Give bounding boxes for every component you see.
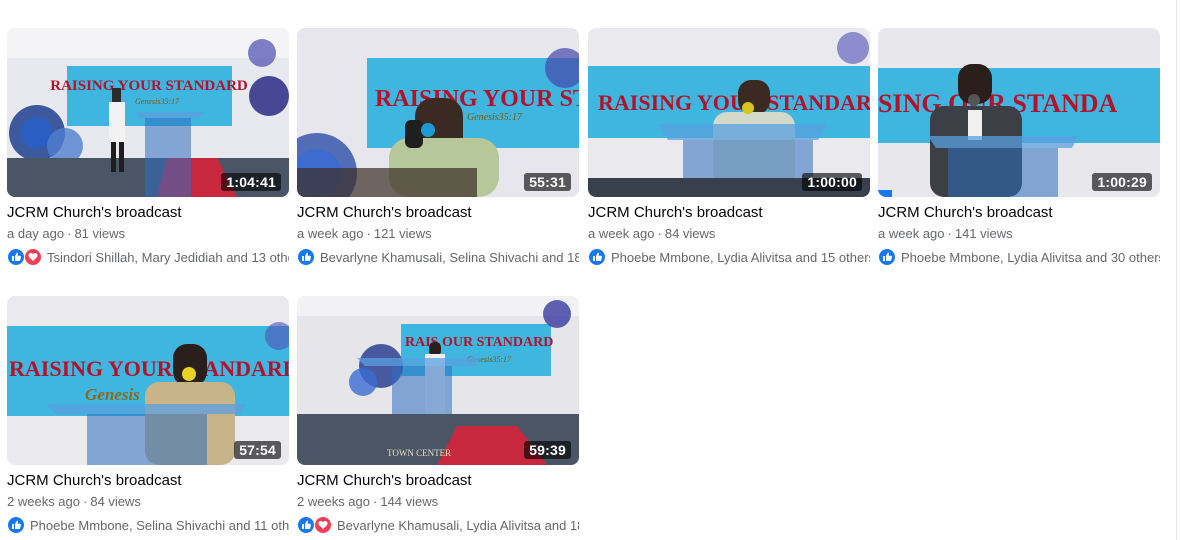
banner-text: RAISING YOUR STAN — [375, 86, 579, 112]
thumbnail-image: SING OUR STANDA — [878, 28, 1160, 197]
reactions-summary[interactable]: Bevarlyne Khamusali, Lydia Alivitsa and … — [297, 515, 579, 535]
video-thumbnail[interactable]: RAISING YOUR STAN Genesis35:17 55:31 — [297, 28, 579, 197]
video-grid-page: RAISING YOUR STANDARD Genesis35:17 1:04:… — [0, 0, 1180, 540]
video-duration: 55:31 — [524, 173, 571, 191]
video-views: 81 views — [74, 226, 126, 241]
video-card[interactable]: RAISING YOUR STAN Genesis35:17 55:31 JCR… — [297, 28, 579, 267]
video-duration: 1:00:00 — [802, 173, 862, 191]
meta-separator: · — [83, 494, 88, 509]
banner-subtext: Genesis35:17 — [467, 112, 523, 123]
reaction-names: Phoebe Mmbone, Lydia Alivitsa and 30 oth… — [901, 249, 1160, 265]
reaction-icons — [7, 248, 42, 266]
love-icon — [24, 248, 42, 266]
like-icon — [878, 248, 896, 266]
banner-text: RAISING YOUR STANDARD — [598, 90, 870, 115]
reactions-summary[interactable]: Phoebe Mmbone, Lydia Alivitsa and 30 oth… — [878, 247, 1160, 267]
video-meta: a week ago · 141 views — [878, 225, 1160, 242]
reactions-summary[interactable]: Phoebe Mmbone, Selina Shivachi and 11 ot… — [7, 515, 289, 535]
video-meta: a week ago · 84 views — [588, 225, 870, 242]
video-title[interactable]: JCRM Church's broadcast — [878, 203, 1160, 222]
video-card[interactable]: RAISING YOUR STANDARD 1:00:00 JCRM Churc… — [588, 28, 870, 267]
reaction-icons — [7, 516, 25, 534]
video-meta: 2 weeks ago · 84 views — [7, 493, 289, 510]
video-title[interactable]: JCRM Church's broadcast — [588, 203, 870, 222]
video-thumbnail[interactable]: RAIS OUR STANDARD Genesis35:17 TOWN CENT… — [297, 296, 579, 465]
video-views: 84 views — [90, 494, 141, 509]
floor-text: TOWN CENTER — [387, 448, 451, 458]
video-age: a week ago — [878, 226, 945, 241]
video-duration: 1:04:41 — [221, 173, 281, 191]
video-duration: 57:54 — [234, 441, 281, 459]
video-views: 144 views — [380, 494, 439, 509]
video-thumbnail[interactable]: SING OUR STANDA 1:00:29 — [878, 28, 1160, 197]
video-thumbnail[interactable]: RAISING YOUR STANDARD Genesis35:17 1:04:… — [7, 28, 289, 197]
video-views: 141 views — [954, 226, 1013, 241]
reaction-icons — [297, 248, 315, 266]
like-icon — [7, 516, 25, 534]
meta-separator: · — [67, 226, 72, 241]
video-card[interactable]: RAIS OUR STANDARD Genesis35:17 TOWN CENT… — [297, 296, 579, 535]
thumbnail-image: RAISING YOUR STANDARD Genesis35:17 — [7, 28, 289, 197]
video-meta: a day ago · 81 views — [7, 225, 289, 242]
reaction-names: Phoebe Mmbone, Selina Shivachi and 11 ot… — [30, 517, 289, 533]
video-views: 84 views — [664, 226, 716, 241]
meta-separator: · — [366, 226, 371, 241]
reactions-summary[interactable]: Phoebe Mmbone, Lydia Alivitsa and 15 oth… — [588, 247, 870, 267]
banner-text: RAIS OUR STANDARD — [405, 335, 553, 350]
banner-text: RAISING YOUR STANDARD — [50, 78, 248, 94]
reaction-icons — [297, 516, 332, 534]
banner-text: RAISING YOUR STANDARD — [9, 356, 289, 381]
reaction-names: Bevarlyne Khamusali, Selina Shivachi and… — [320, 249, 579, 265]
video-views: 121 views — [373, 226, 432, 241]
scrollbar-track[interactable] — [1176, 0, 1177, 540]
video-age: 2 weeks ago — [7, 494, 80, 509]
video-age: a day ago — [7, 226, 65, 241]
love-icon — [314, 516, 332, 534]
like-icon — [297, 248, 315, 266]
video-age: 2 weeks ago — [297, 494, 370, 509]
reactions-summary[interactable]: Bevarlyne Khamusali, Selina Shivachi and… — [297, 247, 579, 267]
video-card[interactable]: RAISING YOUR STANDARD Genesis 57:54 JCRM… — [7, 296, 289, 535]
like-icon — [7, 248, 25, 266]
reaction-icons — [878, 248, 896, 266]
meta-separator: · — [373, 494, 378, 509]
reaction-names: Tsindori Shillah, Mary Jedidiah and 13 o… — [47, 249, 289, 265]
thumbnail-image: RAISING YOUR STAN Genesis35:17 — [297, 28, 579, 197]
thumbnail-image: RAIS OUR STANDARD Genesis35:17 TOWN CENT… — [297, 296, 579, 465]
like-icon — [588, 248, 606, 266]
video-title[interactable]: JCRM Church's broadcast — [7, 203, 289, 222]
video-duration: 59:39 — [524, 441, 571, 459]
video-age: a week ago — [297, 226, 364, 241]
video-card[interactable]: SING OUR STANDA 1:00:29 JCRM Church's br… — [878, 28, 1160, 267]
reaction-icons — [588, 248, 606, 266]
thumbnail-image: RAISING YOUR STANDARD — [588, 28, 870, 197]
video-duration: 1:00:29 — [1092, 173, 1152, 191]
thumbnail-image: RAISING YOUR STANDARD Genesis — [7, 296, 289, 465]
meta-separator: · — [947, 226, 952, 241]
video-thumbnail[interactable]: RAISING YOUR STANDARD Genesis 57:54 — [7, 296, 289, 465]
video-age: a week ago — [588, 226, 655, 241]
like-icon — [297, 516, 315, 534]
banner-subtext: Genesis — [85, 385, 140, 404]
video-thumbnail[interactable]: RAISING YOUR STANDARD 1:00:00 — [588, 28, 870, 197]
video-card[interactable]: RAISING YOUR STANDARD Genesis35:17 1:04:… — [7, 28, 289, 267]
video-title[interactable]: JCRM Church's broadcast — [7, 471, 289, 490]
reaction-names: Phoebe Mmbone, Lydia Alivitsa and 15 oth… — [611, 249, 870, 265]
banner-subtext: Genesis35:17 — [135, 97, 180, 106]
reactions-summary[interactable]: Tsindori Shillah, Mary Jedidiah and 13 o… — [7, 247, 289, 267]
video-meta: 2 weeks ago · 144 views — [297, 493, 579, 510]
video-title[interactable]: JCRM Church's broadcast — [297, 471, 579, 490]
reaction-names: Bevarlyne Khamusali, Lydia Alivitsa and … — [337, 517, 579, 533]
meta-separator: · — [657, 226, 662, 241]
video-meta: a week ago · 121 views — [297, 225, 579, 242]
video-title[interactable]: JCRM Church's broadcast — [297, 203, 579, 222]
